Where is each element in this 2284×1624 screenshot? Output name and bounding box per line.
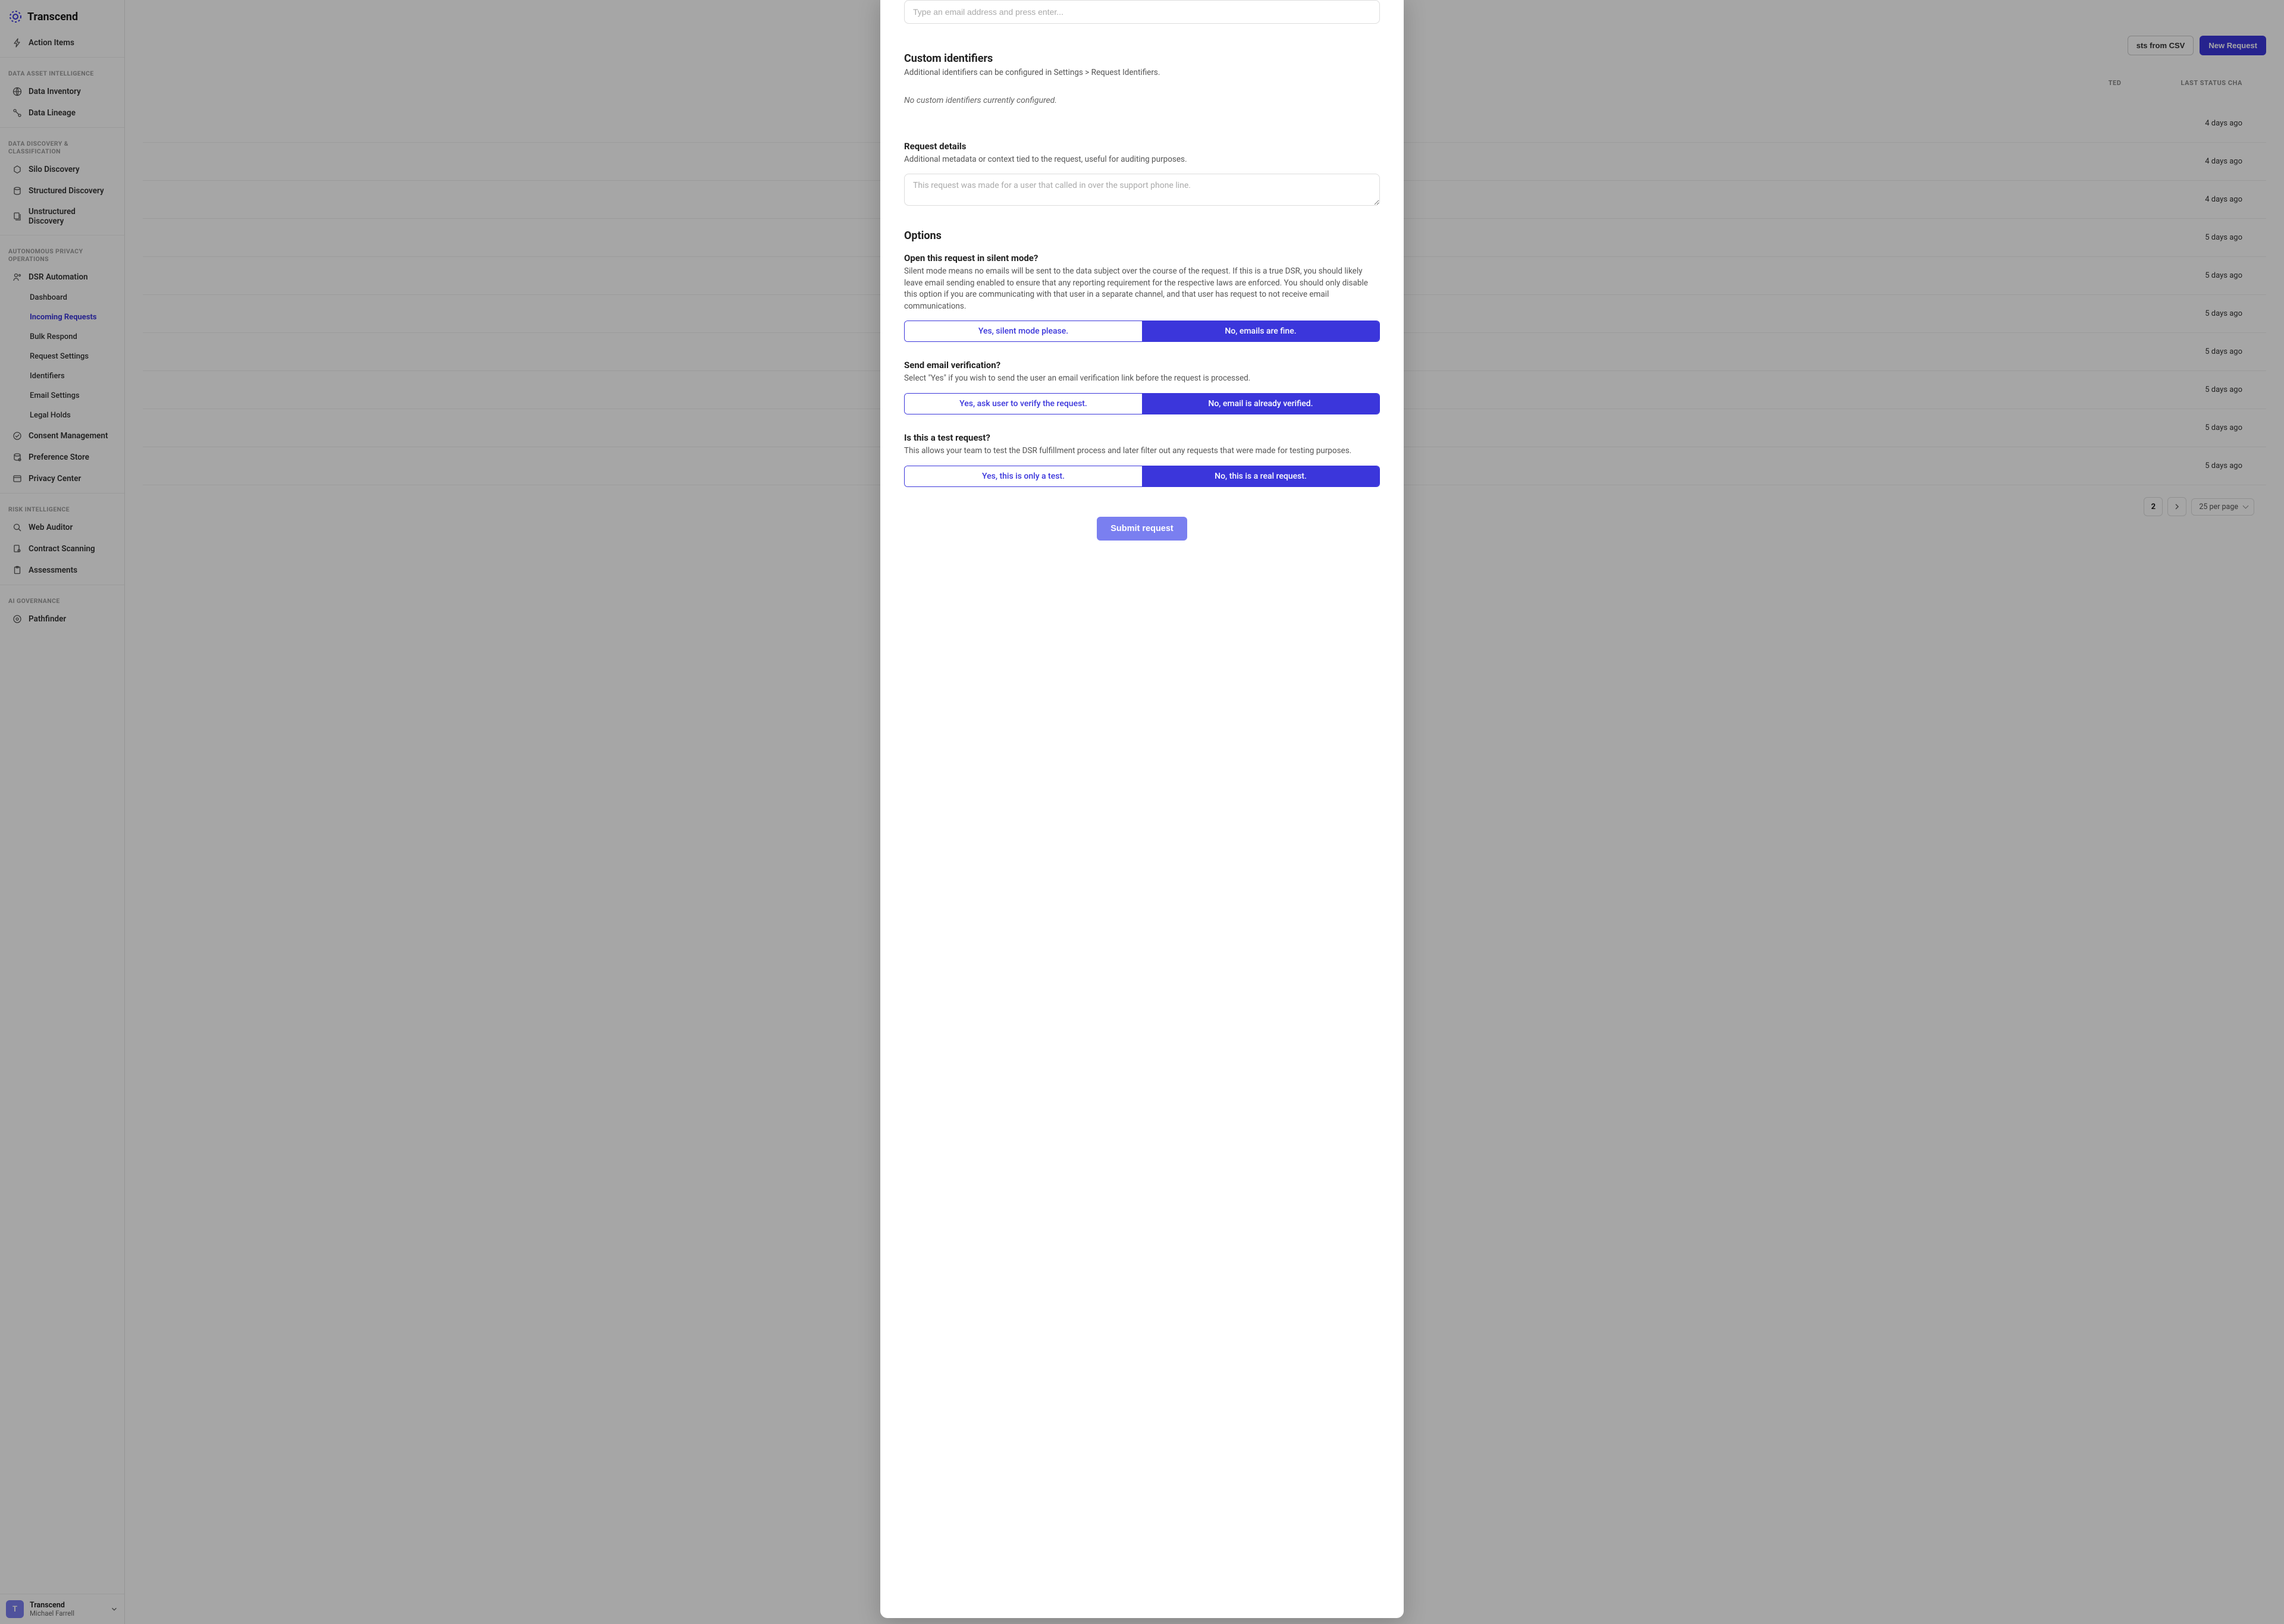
test-heading: Is this a test request? — [904, 432, 1380, 443]
verify-yes-option[interactable]: Yes, ask user to verify the request. — [905, 394, 1142, 414]
silent-mode-desc: Silent mode means no emails will be sent… — [904, 266, 1380, 312]
silent-yes-option[interactable]: Yes, silent mode please. — [905, 321, 1142, 341]
modal-overlay[interactable]: Custom identifiers Additional identifier… — [0, 0, 2284, 1624]
silent-mode-heading: Open this request in silent mode? — [904, 253, 1380, 263]
silent-no-option[interactable]: No, emails are fine. — [1142, 321, 1379, 341]
request-details-desc: Additional metadata or context tied to t… — [904, 154, 1380, 166]
verify-desc: Select "Yes" if you wish to send the use… — [904, 373, 1380, 385]
options-heading: Options — [904, 230, 1380, 242]
test-no-option[interactable]: No, this is a real request. — [1142, 466, 1379, 486]
new-request-modal: Custom identifiers Additional identifier… — [880, 0, 1404, 1618]
email-input[interactable] — [904, 0, 1380, 24]
custom-identifiers-empty: No custom identifiers currently configur… — [904, 96, 1380, 105]
verify-toggle: Yes, ask user to verify the request. No,… — [904, 393, 1380, 414]
custom-identifiers-heading: Custom identifiers — [904, 52, 1380, 65]
request-details-textarea[interactable] — [904, 174, 1380, 206]
verify-no-option[interactable]: No, email is already verified. — [1142, 394, 1379, 414]
test-toggle: Yes, this is only a test. No, this is a … — [904, 466, 1380, 487]
silent-mode-toggle: Yes, silent mode please. No, emails are … — [904, 321, 1380, 342]
request-details-heading: Request details — [904, 141, 1380, 152]
custom-identifiers-desc: Additional identifiers can be configured… — [904, 67, 1380, 79]
test-yes-option[interactable]: Yes, this is only a test. — [905, 466, 1142, 486]
test-desc: This allows your team to test the DSR fu… — [904, 445, 1380, 457]
submit-request-button[interactable]: Submit request — [1097, 517, 1187, 541]
verify-heading: Send email verification? — [904, 360, 1380, 370]
